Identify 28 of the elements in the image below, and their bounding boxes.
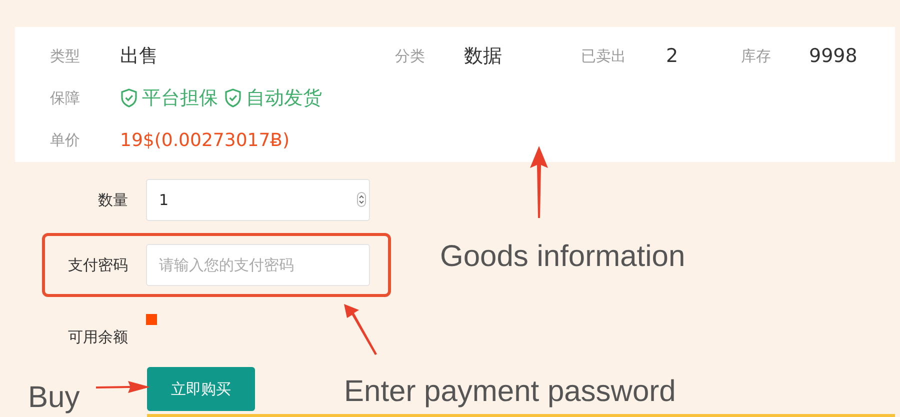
guarantee-text: 自动发货 — [246, 86, 322, 112]
guarantee-text: 平台担保 — [142, 86, 218, 112]
field-value: 数据 — [464, 44, 502, 70]
annotation-text: Enter payment password — [344, 375, 676, 409]
field-value: 出售 — [120, 44, 158, 70]
field-label: 库存 — [741, 46, 772, 66]
field-value: 2 — [666, 45, 678, 68]
field-label: 类型 — [50, 46, 81, 66]
field-label: 可用余额 — [67, 328, 128, 346]
price-value: 19$(0.00273017Ƀ) — [120, 130, 290, 152]
shield-check-icon — [224, 88, 242, 108]
annotation-arrow — [342, 302, 378, 356]
field-label: 支付密码 — [67, 256, 128, 274]
field-label: 保障 — [50, 88, 81, 108]
annotation-text: Goods information — [440, 240, 686, 274]
shield-check-icon — [120, 88, 138, 108]
field-value: 9998 — [809, 45, 858, 68]
field-label: 数量 — [97, 190, 128, 210]
password-field[interactable]: 请输入您的支付密码 — [146, 244, 370, 286]
annotation-arrow — [528, 146, 550, 218]
stepper-icon[interactable] — [357, 192, 366, 207]
buy-now-button[interactable]: 立即购买 — [147, 367, 255, 411]
field-label: 单价 — [50, 131, 81, 150]
annotation-arrow — [96, 380, 150, 394]
annotation-text: Buy — [28, 381, 80, 415]
field-label: 已卖出 — [581, 46, 627, 66]
quantity-field[interactable]: 1 — [146, 179, 370, 221]
field-label: 分类 — [395, 46, 426, 66]
